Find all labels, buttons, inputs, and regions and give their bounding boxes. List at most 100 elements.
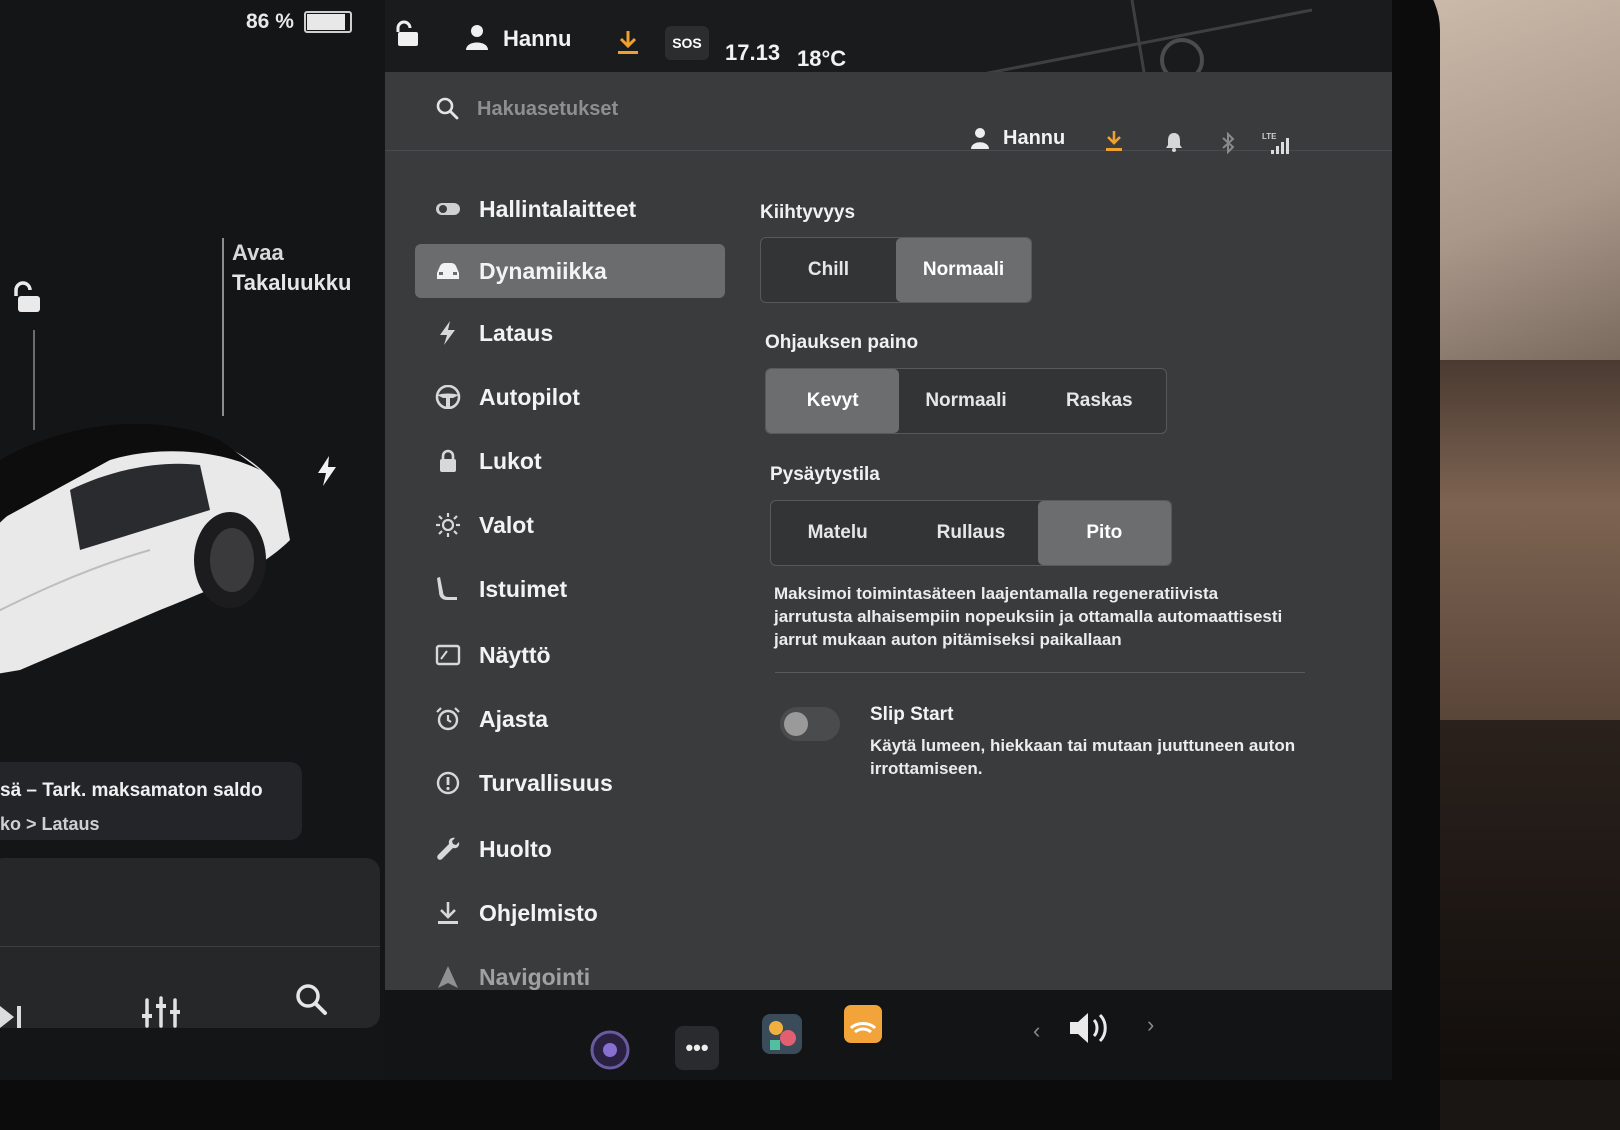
battery-percent: 86 % [246,10,294,33]
settings-search-input[interactable] [475,92,879,126]
slip-start-description: Käytä lumeen, hiekkaan tai mutaan juuttu… [870,736,1296,778]
battery-icon [303,11,352,33]
status-bar: Hannu SOS 17.13 18°C [385,0,1392,120]
acceleration-option-normaali[interactable]: Normaali [896,238,1031,302]
nav-item-autopilot[interactable]: Autopilot [415,370,725,424]
nav-item-turvallisuus[interactable]: Turvallisuus [415,756,725,810]
open-trunk-button[interactable]: Avaa Takaluukku [232,238,351,298]
alarm-clock-icon [436,707,460,731]
camera-app-icon[interactable] [590,1030,630,1070]
charge-port-icon[interactable] [316,456,338,486]
nav-item-dynamiikka[interactable]: Dynamiikka [415,244,725,298]
toybox-app-icon[interactable] [760,1012,804,1056]
nav-label: Lukot [479,448,542,474]
nav-item-lukot[interactable]: Lukot [415,434,725,488]
bell-icon[interactable] [1165,132,1183,152]
acceleration-option-chill[interactable]: Chill [761,238,896,302]
nav-label: Ajasta [479,706,549,732]
nav-label: Ohjelmisto [479,900,598,926]
search-icon [436,97,459,120]
nav-item-huolto[interactable]: Huolto [415,822,725,876]
nav-label: Hallintalaitteet [479,196,637,222]
battery-fill [306,14,345,30]
stopping-option-pito[interactable]: Pito [1037,501,1171,565]
nav-label: Dynamiikka [479,258,607,284]
stopping-mode-selector: Matelu Rullaus Pito [770,500,1172,566]
sos-button[interactable]: SOS [665,26,709,60]
steering-option-kevyt[interactable]: Kevyt [766,369,900,433]
stopping-mode-title: Pysäytystila [770,464,880,485]
lock-icon [440,449,456,472]
profile-name[interactable]: Hannu [503,26,571,52]
nav-item-istuimet[interactable]: Istuimet [415,562,725,616]
media-search-icon[interactable] [294,982,328,1016]
alert-title: sä – Tark. maksamaton saldo [0,780,263,801]
trunk-action: Avaa [232,240,284,265]
steering-option-raskas[interactable]: Raskas [1033,369,1166,433]
battery-indicator: 86 % [246,10,352,34]
trunk-pointer-line [222,238,224,416]
nav-label: Turvallisuus [479,770,613,796]
signal-icon [1271,138,1289,154]
car-icon [437,263,459,279]
audiobook-app-icon[interactable] [843,1004,883,1044]
volume-icon[interactable] [1068,1010,1112,1046]
display-icon [435,644,461,666]
bluetooth-icon[interactable] [1221,132,1235,154]
alert-circle-icon [436,771,460,795]
equalizer-icon[interactable] [142,996,180,1028]
more-apps-icon[interactable]: ••• [675,1026,719,1070]
bolt-icon [440,321,455,345]
nav-item-naytto[interactable]: Näyttö [415,628,725,682]
lock-status-icon[interactable] [395,20,421,48]
stopping-mode-description: Maksimoi toimintasäteen laajentamalla re… [774,584,1283,649]
next-track-icon[interactable] [0,1004,24,1030]
settings-panel: Hannu LTE Hallintalaitteet Dyna [385,72,1392,1080]
nav-item-hallintalaitteet[interactable]: Hallintalaitteet [415,182,725,236]
navigation-icon [438,966,458,988]
steering-option-normaali[interactable]: Normaali [899,369,1032,433]
unlock-icon[interactable] [12,280,48,316]
sos-label: SOS [672,35,702,51]
steering-title: Ohjauksen paino [765,332,919,353]
bottom-dock: ••• ‹ › [385,990,1392,1080]
slip-start-title: Slip Start [870,704,954,725]
acceleration-selector: Chill Normaali [760,237,1032,303]
seat-icon [437,577,457,600]
nav-label: Istuimet [479,576,568,602]
touchscreen: 86 % Avaa Takaluukku sä – Tark. maksamat… [0,0,1392,1080]
outside-temperature: 18°C [797,46,847,71]
clock: 17.13 [725,40,781,65]
alert-path: ko > Lataus [0,814,100,834]
volume-down-chevron-icon[interactable]: ‹ [1033,1018,1040,1044]
steering-selector: Kevyt Normaali Raskas [765,368,1167,434]
nav-label: Navigointi [479,964,591,990]
nav-label: Näyttö [479,642,551,668]
download-icon [438,902,458,924]
nav-item-ohjelmisto[interactable]: Ohjelmisto [415,886,725,940]
nav-item-valot[interactable]: Valot [415,498,725,552]
header-user-icon[interactable] [970,127,990,149]
toggle-knob [784,712,808,736]
header-profile-name[interactable]: Hannu [1003,127,1065,150]
stopping-option-matelu[interactable]: Matelu [771,501,904,565]
header-download-icon[interactable] [1105,130,1123,152]
slip-start-toggle[interactable] [780,707,840,741]
car-image [0,423,290,674]
nav-item-ajasta[interactable]: Ajasta [415,692,725,746]
nav-label: Valot [479,512,534,538]
frunk-pointer-line [33,330,35,430]
steering-wheel-icon [435,385,461,409]
stopping-option-rullaus[interactable]: Rullaus [904,501,1037,565]
toggle-icon [436,203,460,215]
wrench-icon [437,837,460,860]
trunk-name: Takaluukku [232,270,352,295]
sun-icon [436,513,460,537]
settings-header: Hannu LTE [385,72,1392,154]
nav-item-lataus[interactable]: Lataus [415,306,725,360]
nav-label: Autopilot [479,384,580,410]
volume-up-chevron-icon[interactable]: › [1147,1012,1154,1038]
download-icon[interactable] [617,30,639,56]
nav-label: Huolto [479,836,552,862]
user-icon[interactable] [465,24,489,50]
